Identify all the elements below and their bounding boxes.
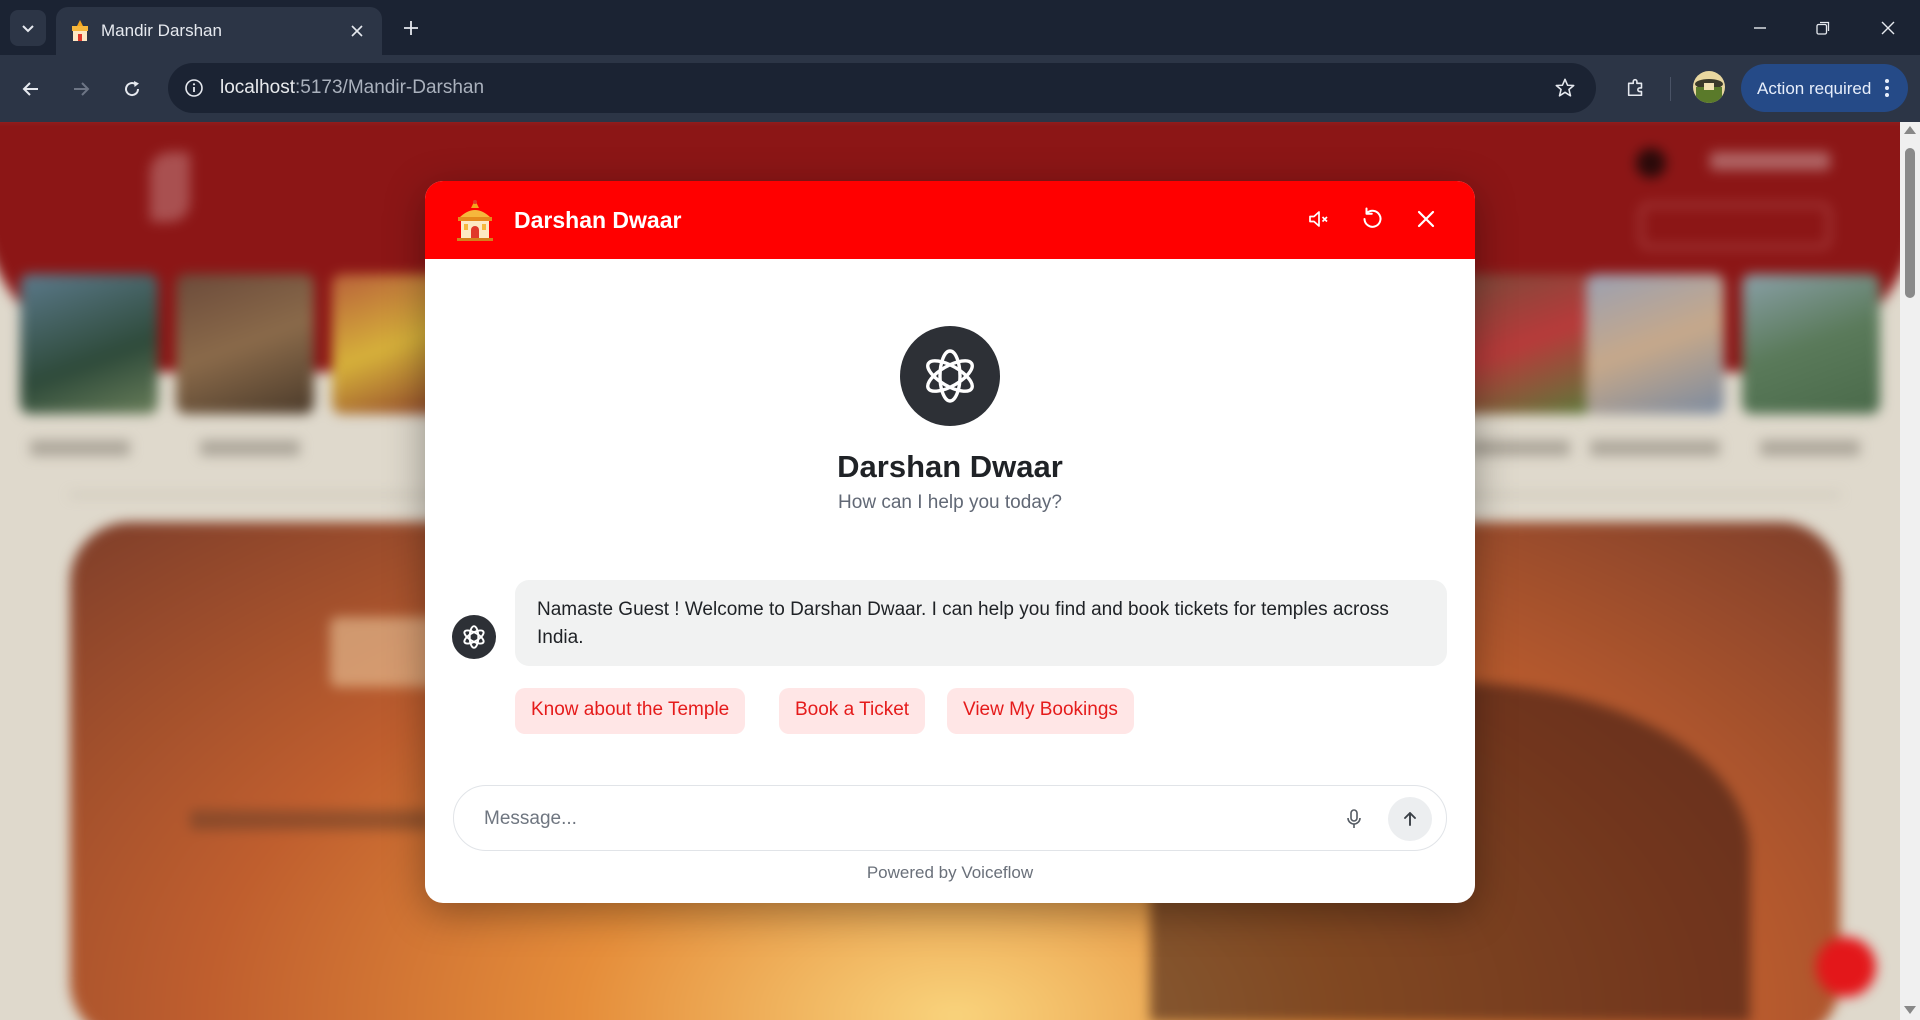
arrow-right-icon	[74, 82, 90, 96]
header-avatar	[1636, 148, 1666, 178]
message-composer	[453, 785, 1447, 851]
reload-button[interactable]	[114, 71, 150, 107]
voiceflow-flower-icon	[463, 625, 485, 649]
bookmark-button[interactable]	[1552, 75, 1578, 101]
header-text-placeholder	[1710, 152, 1830, 170]
voiceflow-flower-icon	[926, 349, 974, 403]
bot-name: Darshan Dwaar	[837, 449, 1063, 484]
message-input[interactable]	[482, 804, 1282, 834]
thumbnail-label	[200, 440, 300, 456]
temple-thumbnail	[1586, 274, 1724, 414]
restore-icon	[1816, 21, 1830, 35]
arrow-left-icon	[22, 82, 38, 96]
browser-tab-strip: Mandir Darshan	[0, 0, 1920, 55]
back-button[interactable]	[13, 71, 49, 107]
temple-favicon-icon	[72, 20, 88, 41]
restore-button[interactable]	[1803, 8, 1843, 48]
send-button[interactable]	[1388, 797, 1432, 841]
quick-reply-view-bookings[interactable]: View My Bookings	[947, 688, 1134, 734]
toolbar-divider	[1670, 77, 1671, 101]
tab-title: Mandir Darshan	[101, 21, 222, 40]
info-icon	[185, 79, 203, 97]
thumbnail-label	[1760, 440, 1860, 456]
header-button	[1640, 204, 1830, 248]
chat-header: Darshan Dwaar	[425, 181, 1475, 259]
quick-reply-book-ticket[interactable]: Book a Ticket	[779, 688, 926, 734]
floating-chat-button	[1816, 937, 1876, 997]
thumbnail-label	[1470, 440, 1570, 456]
powered-by-footer: Powered by Voiceflow	[866, 863, 1034, 882]
plus-icon	[404, 21, 418, 35]
mute-button[interactable]	[1300, 201, 1336, 237]
scroll-down-arrow-icon[interactable]	[1904, 1006, 1916, 1014]
bot-avatar-large	[900, 326, 1000, 426]
temple-thumbnail	[176, 274, 314, 414]
minimize-button[interactable]	[1740, 8, 1780, 48]
more-vert-icon[interactable]	[1876, 76, 1898, 100]
new-tab-button[interactable]	[396, 13, 426, 43]
hero-subtitle-placeholder	[190, 810, 430, 830]
scroll-thumb[interactable]	[1905, 148, 1915, 298]
action-required-label: Action required	[1757, 79, 1872, 98]
bot-tagline: How can I help you today?	[838, 492, 1062, 513]
close-icon	[351, 25, 363, 37]
profile-avatar[interactable]	[1693, 71, 1725, 103]
browser-toolbar: localhost:5173/Mandir-Darshan Action req…	[0, 55, 1920, 122]
microphone-button[interactable]	[1338, 803, 1370, 835]
page-scrollbar[interactable]	[1900, 122, 1920, 1020]
site-info-button[interactable]	[180, 74, 208, 102]
url-path: :5173/Mandir-Darshan	[295, 77, 485, 98]
window-close-button[interactable]	[1868, 8, 1908, 48]
temple-thumbnail	[20, 274, 158, 414]
browser-tab-active[interactable]: Mandir Darshan	[56, 7, 382, 55]
mute-icon	[1309, 211, 1328, 227]
close-icon	[1881, 21, 1895, 35]
temple-logo-icon	[457, 200, 493, 241]
url-host: localhost	[220, 77, 295, 98]
action-required-button[interactable]: Action required	[1741, 64, 1908, 112]
extensions-button[interactable]	[1618, 69, 1654, 105]
tab-search-button[interactable]	[10, 10, 46, 46]
forward-button[interactable]	[63, 71, 99, 107]
restart-icon	[1363, 207, 1382, 228]
microphone-icon	[1347, 809, 1361, 828]
temple-thumbnail	[1742, 274, 1880, 414]
site-logo	[150, 152, 190, 222]
address-bar[interactable]: localhost:5173/Mandir-Darshan	[168, 63, 1596, 113]
send-arrow-icon	[1404, 812, 1416, 826]
thumbnail-label	[30, 440, 130, 456]
puzzle-icon	[1627, 78, 1643, 97]
profile-avatar-icon	[1693, 71, 1725, 103]
star-icon	[1555, 78, 1575, 97]
reload-icon	[125, 81, 140, 97]
minimize-icon	[1754, 27, 1766, 29]
chat-widget: Darshan Dwaar Darshan Dwaar How can I he…	[425, 181, 1475, 903]
thumbnail-label	[1590, 440, 1720, 456]
tab-close-button[interactable]	[344, 18, 370, 44]
restart-button[interactable]	[1354, 201, 1390, 237]
bot-message-bubble: Namaste Guest ! Welcome to Darshan Dwaar…	[515, 580, 1447, 666]
quick-reply-know-temple[interactable]: Know about the Temple	[515, 688, 746, 734]
bot-avatar-small	[452, 615, 496, 659]
scroll-up-arrow-icon[interactable]	[1904, 126, 1916, 134]
close-chat-button[interactable]	[1408, 201, 1444, 237]
chat-header-title: Darshan Dwaar	[514, 207, 682, 233]
chevron-down-icon	[22, 25, 34, 33]
url-text: localhost:5173/Mandir-Darshan	[220, 77, 484, 99]
close-icon	[1417, 210, 1435, 228]
